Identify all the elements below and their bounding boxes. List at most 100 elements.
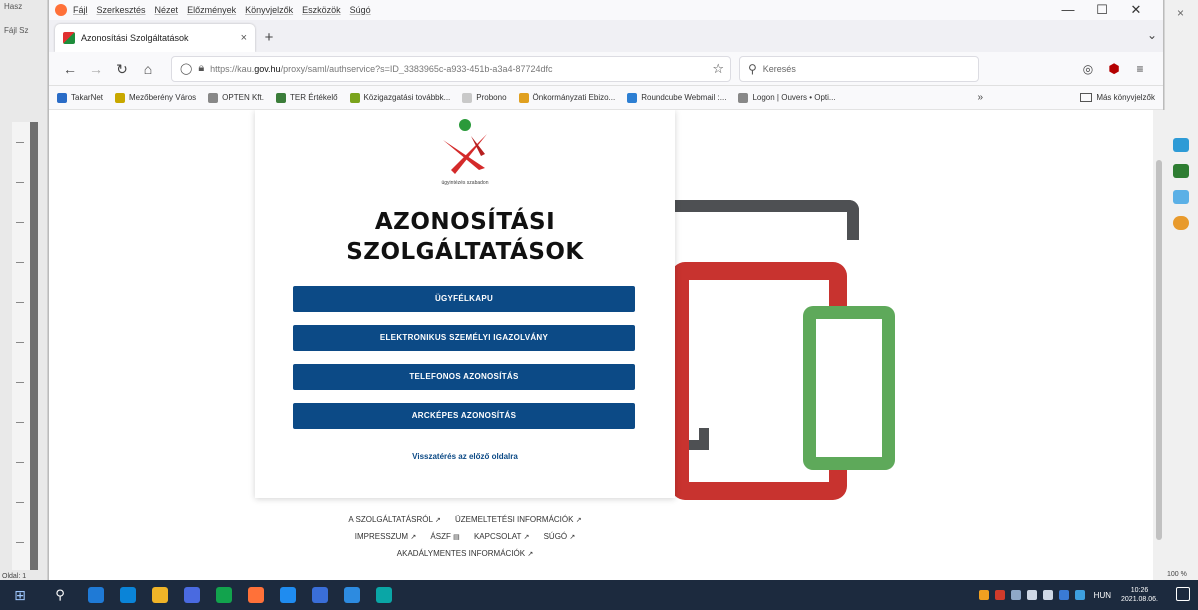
page-viewport: ügyintézés szabadon AZONOSÍTÁSI SZOLGÁLT… (49, 110, 1165, 580)
menu-file[interactable]: Fájl (73, 5, 88, 15)
tracking-protection-shield-icon[interactable]: ◯ (180, 62, 192, 75)
menu-bookmarks[interactable]: Könyvjelzők (245, 5, 293, 15)
taskbar-clock[interactable]: 10:26 2021.08.06. (1121, 586, 1158, 604)
notification-center-icon[interactable] (1176, 587, 1190, 601)
app-glyph-icon (344, 587, 360, 603)
footer-imprint-link[interactable]: IMPRESSZUM ↗ (355, 532, 416, 541)
new-tab-button[interactable]: + (255, 24, 283, 52)
bookmarks-toolbar: TakarNet Mezőberény Város OPTEN Kft. TER Ér… (49, 86, 1163, 110)
logo-caption: ügyintézés szabadon (441, 180, 489, 186)
taskbar-app-icon[interactable] (80, 580, 112, 610)
ugyintezes-logo (443, 119, 487, 174)
external-link-icon: ↗ (523, 534, 530, 541)
menu-view[interactable]: Nézet (155, 5, 179, 15)
wifi-icon[interactable] (1026, 590, 1037, 600)
ublock-shield-icon[interactable]: ⬢ (1101, 56, 1127, 82)
menu-edit[interactable]: Szerkesztés (97, 5, 146, 15)
tray-app-icon[interactable] (1058, 590, 1069, 600)
forward-button[interactable]: → (83, 56, 109, 82)
app-glyph-icon (280, 587, 296, 603)
menu-help[interactable]: Súgó (350, 5, 371, 15)
bookmark-favicon-icon (275, 92, 286, 103)
footer-accessibility-link[interactable]: AKADÁLYMENTES INFORMÁCIÓK ↗ (397, 549, 533, 558)
menu-tools[interactable]: Eszközök (302, 5, 341, 15)
sidebar-app-icon[interactable] (1173, 138, 1189, 152)
phone-auth-button[interactable]: TELEFONOS AZONOSÍTÁS (293, 364, 635, 390)
bookmarks-overflow-chevron-icon[interactable]: » (977, 92, 983, 103)
browser-window: Fájl Szerkesztés Nézet Előzmények Könyvj… (48, 0, 1165, 580)
pocket-icon[interactable]: ◎ (1075, 56, 1101, 82)
bookmark-item[interactable]: Roundcube Webmail :... (627, 92, 726, 103)
external-link-icon: ↗ (434, 517, 441, 524)
site-favicon-icon (63, 32, 75, 44)
back-link[interactable]: Visszatérés az előző oldalra (255, 452, 675, 461)
bookmark-star-icon[interactable]: ☆ (712, 61, 724, 77)
folder-icon (1080, 93, 1093, 102)
tab-active[interactable]: Azonosítási Szolgáltatások × (55, 24, 255, 52)
hamburger-menu-icon[interactable]: ≡ (1127, 56, 1153, 82)
external-link-icon: ↗ (569, 534, 576, 541)
app-glyph-icon (152, 587, 168, 603)
minimize-button[interactable]: — (1051, 2, 1085, 18)
footer-contact-link[interactable]: KAPCSOLAT ↗ (474, 532, 529, 541)
ugyfelkapu-button[interactable]: ÜGYFÉLKAPU (293, 286, 635, 312)
footer-operation-link[interactable]: ÜZEMELTETÉSI INFORMÁCIÓK ↗ (455, 515, 582, 524)
bookmark-label: Mezőberény Város (129, 93, 197, 102)
scrollbar-thumb[interactable] (1156, 160, 1162, 540)
bookmark-item[interactable]: Közigazgatási továbbk... (349, 92, 450, 103)
close-button[interactable]: ✕ (1119, 2, 1153, 18)
tab-close-icon[interactable]: × (241, 32, 247, 44)
sidebar-app-icon[interactable] (1173, 216, 1189, 230)
home-button[interactable]: ⌂ (135, 56, 161, 82)
taskbar-search-icon[interactable]: ⚲ (40, 587, 80, 603)
bookmark-item[interactable]: Probono (462, 92, 507, 103)
menu-history[interactable]: Előzmények (187, 5, 236, 15)
tray-app-icon[interactable] (1010, 590, 1021, 600)
taskbar-app-icon[interactable] (176, 580, 208, 610)
taskbar-app-icon[interactable] (304, 580, 336, 610)
footer-about-link[interactable]: A SZOLGÁLTATÁSRÓL ↗ (348, 515, 440, 524)
volume-icon[interactable] (1042, 590, 1053, 600)
other-bookmarks-folder[interactable]: Más könyvjelzők (1080, 93, 1155, 102)
footer-aszf-link[interactable]: ÁSZF ▤ (430, 532, 459, 541)
tray-app-icon[interactable] (994, 590, 1005, 600)
bookmark-label: Logon | Ouvers • Opti... (752, 93, 836, 102)
back-button[interactable]: ← (57, 56, 83, 82)
lock-icon[interactable]: 🔒︎ (198, 62, 204, 75)
other-bookmarks-label: Más könyvjelzők (1096, 93, 1155, 102)
tray-app-icon[interactable] (1074, 590, 1085, 600)
page-scrollbar[interactable] (1153, 110, 1165, 580)
taskbar-app-icon[interactable] (336, 580, 368, 610)
footer-help-link[interactable]: SÚGÓ ↗ (544, 532, 576, 541)
face-auth-button[interactable]: ARCKÉPES AZONOSÍTÁS (293, 403, 635, 429)
windows-start-icon[interactable]: ⊞ (0, 587, 40, 604)
taskbar-app-icon[interactable] (144, 580, 176, 610)
search-icon: ⚲ (748, 61, 757, 76)
keyboard-language[interactable]: HUN (1094, 591, 1111, 600)
list-tabs-chevron-icon[interactable]: ⌄ (1147, 28, 1157, 42)
bookmark-item[interactable]: Logon | Ouvers • Opti... (738, 92, 836, 103)
bookmark-item[interactable]: TER Értékelő (275, 92, 338, 103)
bookmark-label: TER Értékelő (289, 93, 338, 102)
taskbar-app-icon[interactable] (112, 580, 144, 610)
reload-button[interactable]: ↻ (109, 56, 135, 82)
maximize-button[interactable]: ☐ (1085, 2, 1119, 18)
bookmark-label: TakarNet (71, 93, 104, 102)
background-close-icon[interactable]: × (1177, 6, 1184, 20)
sidebar-app-icon[interactable] (1173, 190, 1189, 204)
bookmark-favicon-icon (57, 92, 67, 103)
taskbar-app-icon[interactable] (368, 580, 400, 610)
bookmark-item[interactable]: TakarNet (57, 92, 104, 103)
e-id-card-button[interactable]: ELEKTRONIKUS SZEMÉLYI IGAZOLVÁNY (293, 325, 635, 351)
sidebar-app-icon[interactable] (1173, 164, 1189, 178)
address-bar[interactable]: ◯ 🔒︎ https://kau.gov.hu/proxy/saml/auths… (171, 55, 731, 82)
search-input[interactable]: ⚲ Keresés (739, 55, 979, 82)
bookmark-item[interactable]: Önkormányzati Ebizo... (518, 92, 615, 103)
bookmark-item[interactable]: OPTEN Kft. (208, 92, 264, 103)
taskbar-app-icon[interactable] (208, 580, 240, 610)
bookmark-item[interactable]: Mezőberény Város (115, 92, 197, 103)
taskbar-app-icon[interactable] (272, 580, 304, 610)
taskbar-app-icon[interactable] (240, 580, 272, 610)
url-text[interactable]: https://kau.gov.hu/proxy/saml/authservic… (210, 64, 706, 74)
tray-app-icon[interactable] (978, 590, 989, 600)
